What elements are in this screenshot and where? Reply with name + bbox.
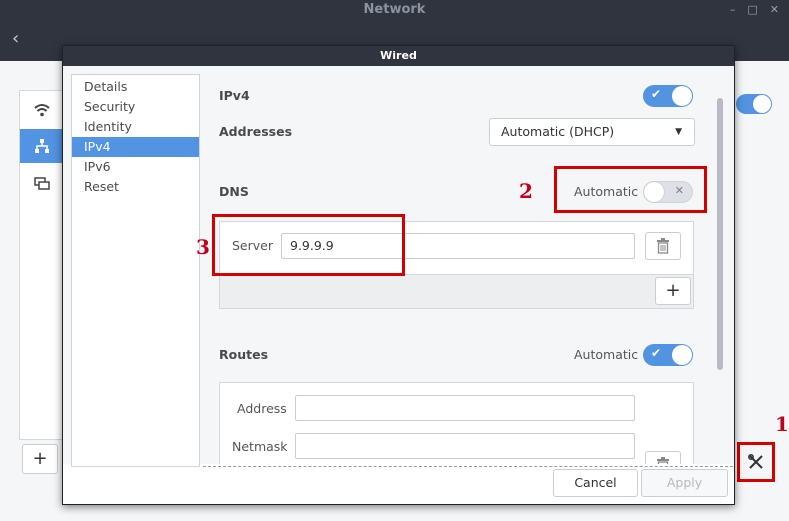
settings-tools-button[interactable] [737,442,775,482]
ipv4-heading: IPv4 [219,88,250,103]
close-icon[interactable]: ✕ [770,3,779,16]
settings-nav: Details Security Identity IPv4 IPv6 Rese… [71,74,200,467]
nav-ipv4[interactable]: IPv4 [72,137,199,157]
routes-automatic-label: Automatic [574,347,639,362]
minimize-icon[interactable]: – [730,3,736,16]
cancel-button[interactable]: Cancel [553,469,638,497]
dialog-title: Wired [63,46,734,66]
vpn-device-item[interactable] [20,167,64,201]
annotation-3: 3 [196,235,210,259]
chevron-down-icon: ▼ [675,127,682,137]
route-netmask-label: Netmask [232,439,288,454]
trash-icon [657,457,669,464]
add-connection-button[interactable]: + [22,444,58,474]
route-netmask-input[interactable] [295,433,635,459]
plus-icon: + [665,280,681,301]
check-icon: ✔ [651,346,662,360]
tools-icon [748,454,763,469]
addresses-heading: Addresses [219,124,293,139]
wired-device-item[interactable] [20,129,64,163]
dns-heading: DNS [219,184,249,199]
annotation-box-dns-toggle [554,166,707,213]
dns-panel-footer [220,274,693,308]
wired-device-switch[interactable] [736,94,772,114]
nav-security[interactable]: Security [72,97,199,117]
add-dns-server-button[interactable]: + [655,277,691,305]
dialog-divider [203,466,733,467]
trash-icon [657,238,669,254]
annotation-box-dns-server [212,214,405,276]
vpn-icon [34,177,50,190]
nav-ipv6[interactable]: IPv6 [72,157,199,177]
route-delete-button[interactable] [645,451,681,464]
ipv4-toggle[interactable]: ✔ [643,85,693,107]
routes-automatic-toggle[interactable]: ✔ [643,344,693,366]
routes-heading: Routes [219,347,269,362]
route-address-input[interactable] [295,395,635,421]
content-scrollbar[interactable] [717,98,723,370]
nav-identity[interactable]: Identity [72,117,199,137]
window-controls: – □ ✕ [730,3,779,16]
window-title: Network [363,2,426,17]
route-address-label: Address [237,401,287,416]
nav-reset[interactable]: Reset [72,177,199,197]
wifi-icon [34,104,50,117]
annotation-1: 1 [775,412,789,436]
nav-details[interactable]: Details [72,77,199,97]
wifi-device-item[interactable] [20,93,64,127]
dns-delete-button[interactable] [645,232,681,260]
network-device-list [19,90,65,440]
check-icon: ✔ [651,87,662,101]
apply-button[interactable]: Apply [641,469,728,497]
maximize-icon[interactable]: □ [747,3,757,16]
addresses-method-value: Automatic (DHCP) [501,124,615,139]
addresses-method-select[interactable]: Automatic (DHCP) ▼ [489,118,695,146]
wired-network-icon [35,139,49,153]
back-arrow-icon[interactable]: ‹ [12,28,19,49]
annotation-2: 2 [519,179,533,203]
